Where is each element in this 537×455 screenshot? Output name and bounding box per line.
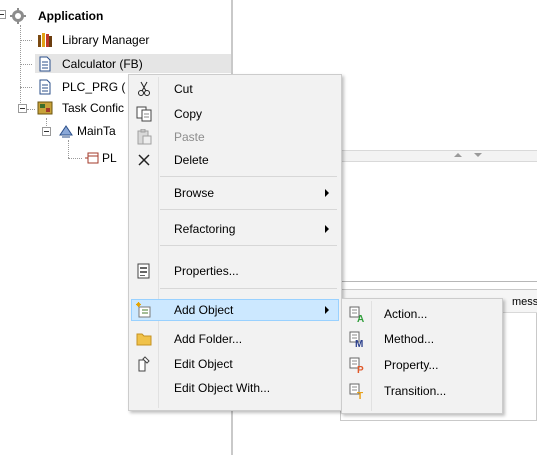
transition-icon: T	[349, 383, 363, 399]
menu-item-copy[interactable]: Copy	[131, 103, 339, 125]
collapse-task-config-toggle[interactable]	[18, 104, 27, 113]
menu-item-paste: Paste	[131, 126, 339, 148]
add-object-submenu: A Action... M Method... P Property... T …	[341, 298, 503, 414]
menu-item-label: Transition...	[384, 384, 447, 398]
collapse-application-toggle[interactable]	[0, 10, 6, 19]
tree-item-library-manager[interactable]: Library Manager	[62, 32, 149, 48]
pou-icon	[39, 56, 51, 72]
tree-item-plc-call[interactable]: PL	[102, 150, 117, 166]
menu-item-label: Browse	[174, 186, 215, 200]
application-gear-icon	[10, 8, 26, 24]
menu-item-browse[interactable]: Browse	[131, 182, 339, 204]
menu-item-label: Method...	[384, 332, 435, 346]
menu-item-edit-object[interactable]: Edit Object	[131, 353, 339, 375]
method-icon: M	[349, 331, 363, 347]
task-configuration-icon	[37, 101, 53, 115]
menu-item-cut[interactable]: Cut	[131, 78, 339, 100]
menu-item-label: Properties...	[174, 264, 239, 278]
submenu-arrow-icon	[325, 306, 329, 314]
submenu-item-property[interactable]: P Property...	[344, 354, 500, 376]
menu-item-label: Refactoring	[174, 222, 236, 236]
library-manager-icon	[38, 33, 52, 47]
program-call-icon	[85, 152, 99, 164]
menu-item-add-object[interactable]: Add Object	[131, 299, 339, 321]
tree-item-task-configuration[interactable]: Task Confic	[62, 100, 124, 116]
collapse-maintask-toggle[interactable]	[42, 127, 51, 136]
submenu-item-action[interactable]: A Action...	[344, 303, 500, 325]
pou-icon	[39, 79, 51, 95]
svg-text:M: M	[355, 339, 363, 347]
submenu-arrow-icon	[325, 225, 329, 233]
svg-text:T: T	[357, 391, 363, 399]
menu-item-label: Delete	[174, 153, 209, 167]
svg-text:P: P	[357, 365, 364, 373]
menu-item-properties[interactable]: Properties...	[131, 260, 339, 282]
delete-icon	[138, 154, 150, 166]
tree-root-application[interactable]: Application	[38, 8, 103, 24]
tree-item-maintask[interactable]: MainTa	[77, 123, 116, 139]
menu-item-add-folder[interactable]: Add Folder...	[131, 328, 339, 350]
context-menu: Cut Copy Paste Delete Browse Refactoring	[128, 74, 342, 411]
menu-item-label: Edit Object With...	[174, 381, 271, 395]
menu-item-refactoring[interactable]: Refactoring	[131, 218, 339, 240]
property-icon: P	[349, 357, 364, 373]
menu-item-label: Edit Object	[174, 357, 233, 371]
menu-item-label: Cut	[174, 82, 193, 96]
paste-icon	[137, 129, 152, 145]
menu-item-label: Paste	[174, 130, 205, 144]
add-object-icon	[136, 302, 151, 318]
submenu-item-method[interactable]: M Method...	[344, 328, 500, 350]
action-icon: A	[349, 306, 364, 322]
folder-icon	[136, 333, 152, 346]
menu-item-label: Add Object	[174, 303, 234, 317]
menu-item-label: Add Folder...	[174, 332, 243, 346]
properties-icon	[137, 263, 150, 279]
svg-text:A: A	[357, 314, 364, 322]
splitter-grip-icon	[454, 153, 482, 157]
submenu-item-transition[interactable]: T Transition...	[344, 380, 500, 402]
edit-object-icon	[138, 356, 150, 372]
menu-item-label: Property...	[384, 358, 439, 372]
menu-item-delete[interactable]: Delete	[131, 149, 339, 171]
copy-icon	[136, 106, 152, 122]
menu-item-edit-object-with[interactable]: Edit Object With...	[131, 377, 339, 399]
tree-item-calculator-fb[interactable]: Calculator (FB)	[62, 56, 143, 72]
tree-item-plc-prg[interactable]: PLC_PRG (	[62, 79, 125, 95]
menu-item-label: Copy	[174, 107, 203, 121]
submenu-arrow-icon	[325, 189, 329, 197]
messages-column-header[interactable]: mess	[512, 296, 537, 308]
task-icon	[59, 125, 73, 138]
scissors-icon	[138, 81, 150, 96]
menu-item-label: Action...	[384, 307, 428, 321]
